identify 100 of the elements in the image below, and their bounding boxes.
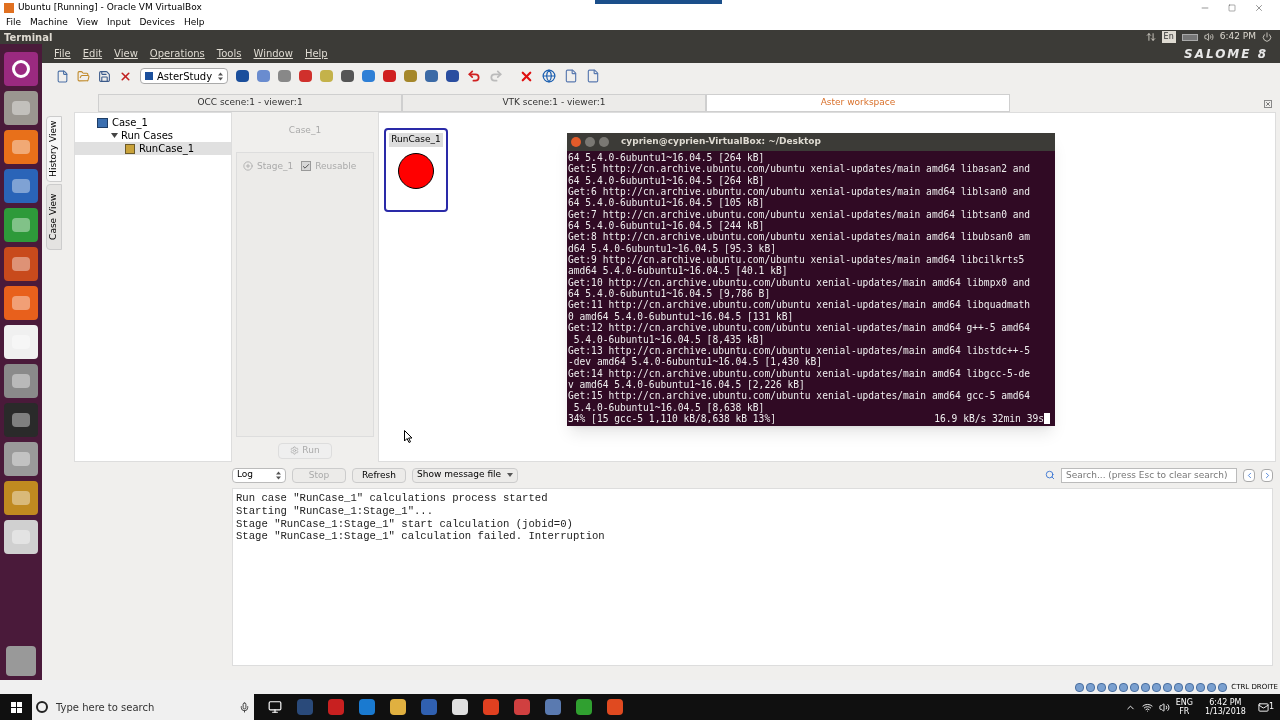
language-indicator[interactable]: ENG <box>1175 698 1193 707</box>
toolbar-tool-icon[interactable] <box>425 70 438 82</box>
run-case-node[interactable]: RunCase_1 <box>384 128 448 212</box>
module-icon <box>145 72 153 80</box>
toolbar-tool-icon[interactable] <box>236 70 249 82</box>
toolbar-tool-icon[interactable] <box>446 70 459 82</box>
toolbar-tool-icon[interactable] <box>404 70 417 82</box>
taskbar-date[interactable]: 1/13/2018 <box>1204 707 1246 716</box>
volume-icon[interactable] <box>1203 32 1214 42</box>
close-icon[interactable] <box>1254 2 1264 13</box>
terminal-line: v amd64 5.4.0-6ubuntu1~16.04.5 [2,226 kB] <box>568 378 805 391</box>
menu-item[interactable]: Operations <box>149 46 205 61</box>
caret-icon <box>507 473 513 477</box>
toolbar-button[interactable]: Refresh <box>352 467 406 483</box>
side-tab[interactable]: History View <box>46 116 62 182</box>
terminal-line: Get:5 http://cn.archive.ubuntu.com/ubuntu xenial-updates/main amd64 libasan2 and <box>568 163 1031 175</box>
text-cursor <box>1044 412 1050 424</box>
window-title: Ubuntu [Running] - Oracle VM VirtualBox <box>18 0 202 14</box>
battery-icon[interactable] <box>1181 33 1198 41</box>
taskbar-app-icon[interactable] <box>607 699 623 715</box>
menu-item[interactable]: Help <box>304 46 328 61</box>
close-icon[interactable] <box>571 137 581 147</box>
terminal-line: 64 5.4.0-6ubuntu1~16.04.5 [264 kB] <box>568 174 765 187</box>
network-icon[interactable] <box>1141 701 1153 713</box>
menu-item[interactable]: View <box>114 46 138 61</box>
toolbar-tool-icon[interactable] <box>383 70 396 82</box>
terminal-line: d64 5.4.0-6ubuntu1~16.04.5 [95.3 kB] <box>568 242 776 255</box>
tree-item[interactable]: Run Cases <box>121 128 174 143</box>
microphone-icon[interactable] <box>239 701 250 713</box>
tab[interactable]: VTK scene:1 - viewer:1 <box>402 94 706 112</box>
taskbar-search-field[interactable]: Type here to search <box>32 694 254 720</box>
import-file-icon[interactable] <box>564 69 578 83</box>
terminal-line: 64 5.4.0-6ubuntu1~16.04.5 [9,786 B] <box>568 288 771 300</box>
terminal-line: 16.9 kB/s 32min 39s <box>934 412 1044 425</box>
minimize-icon[interactable] <box>585 137 595 147</box>
terminal-line: Get:12 http://cn.archive.ubuntu.com/ubuntu xenial-updates/main amd64 g++-5 amd64 <box>568 322 1031 334</box>
search-icon <box>36 701 48 713</box>
ubuntu-logo-icon[interactable] <box>4 52 38 86</box>
network-icon[interactable] <box>1145 32 1156 42</box>
undo-icon[interactable] <box>467 69 481 83</box>
translate-icon[interactable] <box>542 69 556 83</box>
app-title: Terminal <box>4 30 53 45</box>
close-icon[interactable] <box>119 69 132 83</box>
menu-item[interactable]: Machine <box>30 15 68 30</box>
toolbar-tool-icon[interactable] <box>341 70 354 82</box>
export-file-icon[interactable] <box>586 69 600 83</box>
search-field[interactable]: Search... (press Esc to clear search) <box>1061 467 1237 483</box>
toolbar-tool-icon[interactable] <box>362 70 375 82</box>
taskbar-app-icon[interactable] <box>452 699 468 715</box>
brand-logo: SALOME 8 <box>1184 45 1268 63</box>
terminal-line: Get:15 http://cn.archive.ubuntu.com/ubuntu xenial-updates/main amd64 gcc-5 amd64 <box>568 390 1031 402</box>
menu-item[interactable]: Input <box>107 15 131 30</box>
tab[interactable]: OCC scene:1 - viewer:1 <box>98 94 402 112</box>
taskbar-app-icon[interactable] <box>576 699 592 715</box>
toolbar-tool-icon[interactable] <box>257 70 270 82</box>
menu-item[interactable]: Help <box>183 15 205 30</box>
tab[interactable]: Aster workspace <box>706 94 1010 112</box>
previous-button[interactable] <box>1243 468 1255 482</box>
side-tab[interactable]: Case View <box>46 184 62 250</box>
keyboard-indicator[interactable]: En <box>1161 31 1176 43</box>
open-folder-icon[interactable] <box>77 69 90 83</box>
menu-item[interactable]: File <box>54 46 71 61</box>
close-tab-icon[interactable] <box>1264 100 1272 108</box>
maximize-icon[interactable] <box>599 137 609 147</box>
taskbar-app-icon[interactable] <box>390 699 406 715</box>
menu-item[interactable]: Tools <box>216 46 242 61</box>
search-icon <box>1045 470 1055 480</box>
volume-icon[interactable] <box>1158 701 1170 713</box>
next-button[interactable] <box>1261 468 1273 482</box>
toolbar-tool-icon[interactable] <box>299 70 312 82</box>
tree-item[interactable]: Case_1 <box>112 115 148 130</box>
case-icon <box>97 117 108 128</box>
toolbar-tool-icon[interactable] <box>278 70 291 82</box>
terminal-line: 0 amd64 5.4.0-6ubuntu1~16.04.5 [131 kB] <box>568 310 794 323</box>
taskbar-app-icon[interactable] <box>514 699 530 715</box>
taskbar-app-icon[interactable] <box>545 699 561 715</box>
menu-item[interactable]: File <box>6 15 22 30</box>
menu-item[interactable]: Devices <box>139 15 175 30</box>
task-view-icon[interactable] <box>268 700 282 714</box>
log-select[interactable]: Log <box>232 467 286 483</box>
menu-item[interactable]: Window <box>253 46 293 61</box>
taskbar-app-icon[interactable] <box>359 699 375 715</box>
terminal-line: Get:13 http://cn.archive.ubuntu.com/ubuntu xenial-updates/main amd64 libstdc++-5 <box>568 344 1031 357</box>
keyboard-layout[interactable]: FR <box>1179 707 1190 716</box>
taskbar-clock[interactable]: 6:42 PM <box>1209 698 1242 707</box>
module-select[interactable]: AsterStudy <box>140 68 228 84</box>
expand-arrow-icon[interactable] <box>111 132 118 139</box>
checkbox-label: Reusable <box>315 159 357 173</box>
taskbar-app-icon[interactable] <box>328 699 344 715</box>
menu-item[interactable]: Edit <box>82 46 103 61</box>
power-icon[interactable] <box>1262 32 1272 42</box>
terminal-line: Get:11 http://cn.archive.ubuntu.com/ubuntu xenial-updates/main amd64 libquadmath <box>568 299 1031 311</box>
terminal-line: Get:7 http://cn.archive.ubuntu.com/ubuntu xenial-updates/main amd64 libtsan0 and <box>568 208 1031 221</box>
terminal-line: Get:8 http://cn.archive.ubuntu.com/ubuntu xenial-updates/main amd64 libubsan0 am <box>568 231 1031 243</box>
new-file-icon[interactable] <box>56 69 69 83</box>
save-icon[interactable] <box>98 69 111 83</box>
taskbar-app-icon[interactable] <box>483 699 499 715</box>
message-file-dropdown[interactable]: Show message file <box>412 467 518 483</box>
menu-item[interactable]: View <box>76 15 99 30</box>
clock[interactable]: 6:42 PM <box>1219 30 1256 44</box>
